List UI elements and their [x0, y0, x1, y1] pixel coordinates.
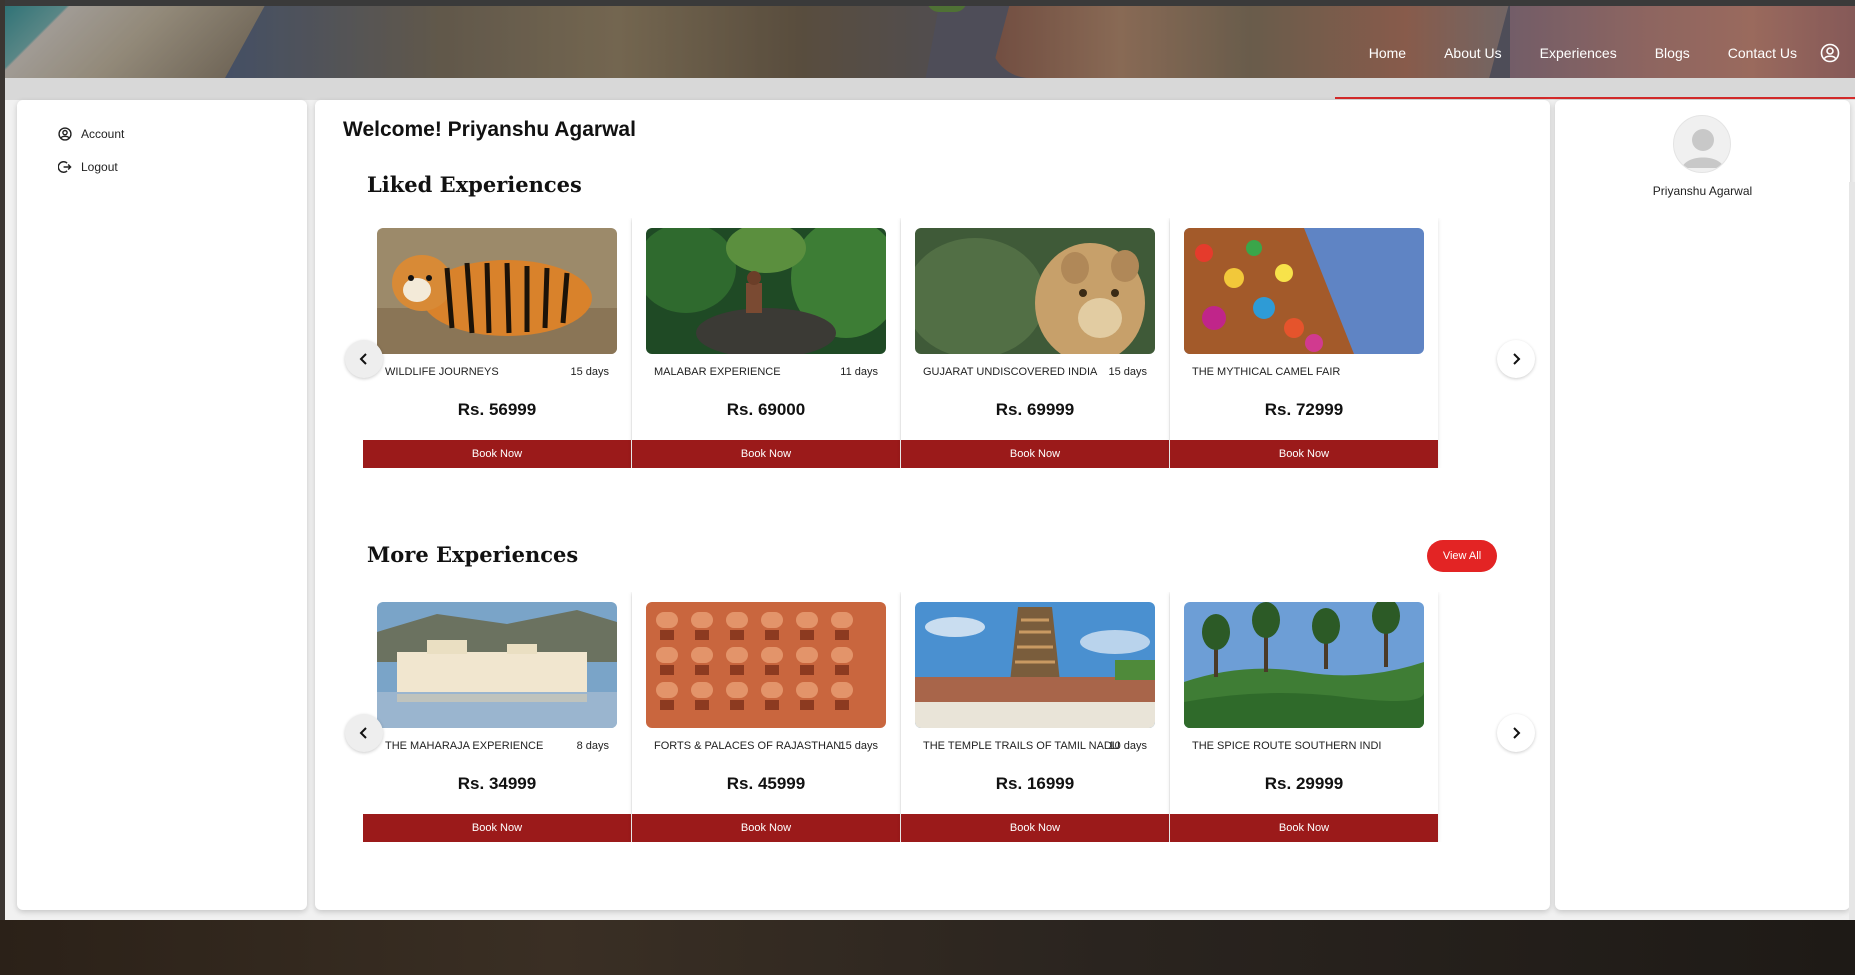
experience-card[interactable]: GUJARAT UNDISCOVERED INDIA 15 days Rs. 6… — [901, 218, 1169, 468]
logout-icon — [57, 159, 73, 175]
book-now-button[interactable]: Book Now — [632, 440, 900, 468]
sidebar-item-logout[interactable]: Logout — [57, 159, 118, 175]
view-all-button[interactable]: View All — [1427, 540, 1497, 572]
experience-image-lion — [915, 228, 1155, 354]
experience-duration: 15 days — [839, 740, 878, 752]
header-banner: Home About Us Experiences Blogs Contact … — [5, 0, 1855, 78]
sidebar-item-label: Account — [81, 127, 125, 141]
experience-card[interactable]: THE SPICE ROUTE SOUTHERN INDI Rs. 29999 … — [1170, 592, 1438, 842]
book-now-button[interactable]: Book Now — [1170, 814, 1438, 842]
experience-card[interactable]: THE MYTHICAL CAMEL FAIR Rs. 72999 Book N… — [1170, 218, 1438, 468]
nav-active-underline — [1335, 97, 1855, 99]
experience-name: FORTS & PALACES OF RAJASTHAN — [654, 740, 842, 752]
experience-price: Rs. 69999 — [995, 400, 1075, 419]
page-scrollbar[interactable] — [1849, 182, 1855, 920]
more-prev-arrow[interactable] — [345, 714, 383, 752]
sidebar-item-account[interactable]: Account — [57, 126, 124, 142]
experience-duration: 15 days — [570, 366, 609, 378]
experience-name: THE MAHARAJA EXPERIENCE — [385, 740, 544, 752]
experience-price: Rs. 69000 — [726, 400, 806, 419]
book-now-button[interactable]: Book Now — [901, 814, 1169, 842]
chevron-left-icon — [359, 353, 367, 365]
nav-blogs[interactable]: Blogs — [1655, 45, 1690, 61]
experience-card[interactable]: THE MAHARAJA EXPERIENCE 8 days Rs. 34999… — [363, 592, 631, 842]
experience-image-tiger — [377, 228, 617, 354]
book-now-button[interactable]: Book Now — [632, 814, 900, 842]
experience-name: THE MYTHICAL CAMEL FAIR — [1192, 366, 1341, 378]
experience-duration: 10 days — [1108, 740, 1147, 752]
experience-name: GUJARAT UNDISCOVERED INDIA — [923, 366, 1098, 378]
user-circle-icon[interactable] — [1819, 42, 1841, 64]
chevron-right-icon — [1513, 727, 1521, 739]
chevron-right-icon — [1513, 353, 1521, 365]
liked-prev-arrow[interactable] — [345, 340, 383, 378]
experience-image-tea-hills — [1184, 602, 1424, 728]
experience-card[interactable]: FORTS & PALACES OF RAJASTHAN 15 days Rs.… — [632, 592, 900, 842]
desktop-background — [0, 920, 1855, 975]
experience-price: Rs. 72999 — [1264, 400, 1344, 419]
more-experiences-title: More Experiences — [367, 542, 579, 567]
book-now-button[interactable]: Book Now — [363, 440, 631, 468]
experience-image-hawa-mahal — [646, 602, 886, 728]
liked-experiences-title: Liked Experiences — [367, 172, 582, 197]
experience-card[interactable]: WILDLIFE JOURNEYS 15 days Rs. 56999 Book… — [363, 218, 631, 468]
nav-home[interactable]: Home — [1369, 45, 1406, 61]
experience-image-forest — [646, 228, 886, 354]
liked-experiences-carousel: WILDLIFE JOURNEYS 15 days Rs. 56999 Book… — [363, 218, 1533, 468]
account-sidebar: Account Logout — [17, 100, 307, 910]
experience-image-camel — [1184, 228, 1424, 354]
book-now-button[interactable]: Book Now — [901, 440, 1169, 468]
nav-about-us[interactable]: About Us — [1444, 45, 1502, 61]
experience-name: WILDLIFE JOURNEYS — [385, 366, 499, 378]
experience-name: THE TEMPLE TRAILS OF TAMIL NADU — [923, 740, 1120, 752]
experience-name: MALABAR EXPERIENCE — [654, 366, 781, 378]
book-now-button[interactable]: Book Now — [1170, 440, 1438, 468]
experience-duration: 15 days — [1108, 366, 1147, 378]
experience-duration: 8 days — [576, 740, 609, 752]
experience-image-lake-palace — [377, 602, 617, 728]
page: Home About Us Experiences Blogs Contact … — [5, 0, 1855, 920]
liked-next-arrow[interactable] — [1497, 340, 1535, 378]
nav-contact-us[interactable]: Contact Us — [1728, 45, 1797, 61]
experience-price: Rs. 29999 — [1264, 774, 1344, 793]
chevron-left-icon — [359, 727, 367, 739]
experience-price: Rs. 45999 — [726, 774, 806, 793]
main-nav: Home About Us Experiences Blogs Contact … — [1331, 38, 1855, 68]
nav-experiences[interactable]: Experiences — [1540, 45, 1617, 61]
dashboard-main: Welcome! Priyanshu Agarwal Liked Experie… — [315, 100, 1550, 910]
experience-price: Rs. 34999 — [457, 774, 537, 793]
experience-card[interactable]: THE TEMPLE TRAILS OF TAMIL NADU 10 days … — [901, 592, 1169, 842]
experience-price: Rs. 56999 — [457, 400, 537, 419]
experience-card[interactable]: MALABAR EXPERIENCE 11 days Rs. 69000 Boo… — [632, 218, 900, 468]
avatar — [1673, 115, 1731, 173]
experience-price: Rs. 16999 — [995, 774, 1075, 793]
experience-image-temple — [915, 602, 1155, 728]
more-experiences-carousel: THE MAHARAJA EXPERIENCE 8 days Rs. 34999… — [363, 592, 1533, 842]
banner-top-line — [5, 0, 1855, 6]
experience-duration: 11 days — [840, 366, 878, 378]
profile-panel: Priyanshu Agarwal — [1555, 100, 1850, 910]
profile-name: Priyanshu Agarwal — [1652, 184, 1753, 198]
more-next-arrow[interactable] — [1497, 714, 1535, 752]
welcome-heading: Welcome! Priyanshu Agarwal — [343, 118, 636, 141]
user-circle-icon — [57, 126, 73, 142]
sidebar-item-label: Logout — [81, 160, 118, 174]
book-now-button[interactable]: Book Now — [363, 814, 631, 842]
experience-name: THE SPICE ROUTE SOUTHERN INDI — [1192, 740, 1382, 752]
